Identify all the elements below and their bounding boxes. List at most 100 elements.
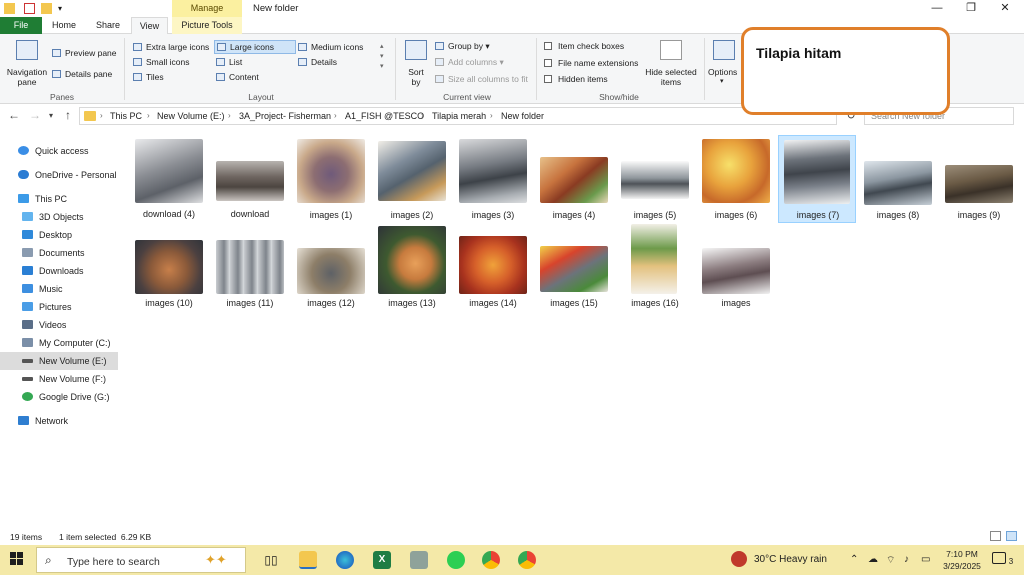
tab-picture-tools[interactable]: Picture Tools [172,17,242,34]
file-tile[interactable]: images (9) [940,135,1018,223]
chrome-icon[interactable] [518,551,536,569]
details-view-icon[interactable] [990,531,1001,541]
checkbox[interactable] [544,42,552,50]
details-pane-button[interactable]: Details pane [52,69,112,79]
item-check-boxes-toggle[interactable]: Item check boxes [544,41,624,51]
file-tile[interactable]: images (12) [292,224,370,312]
up-arrow-icon[interactable]: ↑ [60,108,76,122]
sidebar-item-music[interactable]: Music [0,280,118,298]
preview-pane-button[interactable]: Preview pane [52,48,117,58]
layout-medium-icons[interactable]: Medium icons [298,42,363,52]
windows-start-icon[interactable] [10,552,24,566]
chrome-icon[interactable] [482,551,500,569]
layout-details[interactable]: Details [298,57,337,67]
excel-icon[interactable]: X [373,551,391,569]
sidebar-item-network[interactable]: Network [0,412,118,430]
properties-icon[interactable] [24,3,35,14]
add-columns-button[interactable]: Add columns ▾ [435,57,504,68]
sidebar-item-pictures[interactable]: Pictures [0,298,118,316]
file-tile[interactable]: images (10) [130,224,208,312]
sidebar-item-new-volume-f[interactable]: New Volume (F:) [0,370,118,388]
speaker-icon[interactable]: ♪ [904,554,909,565]
task-view-icon[interactable]: ▯▯ [262,551,280,569]
file-tile[interactable]: images (15) [535,224,613,312]
size-all-columns-button[interactable]: Size all columns to fit [435,74,528,84]
file-tile[interactable]: images (2) [373,135,451,223]
layout-content[interactable]: Content [216,72,259,82]
notification-center-icon[interactable]: 3 [992,552,1013,567]
file-tile[interactable]: images (1) [292,135,370,223]
checkbox[interactable] [544,59,552,67]
maximize-button[interactable]: ❐ [954,0,988,17]
breadcrumb-project[interactable]: 3A_Project- Fisherman [239,111,331,121]
chevron-up-icon[interactable]: ⌃ [850,554,858,565]
file-tile[interactable]: images (11) [211,224,289,312]
tab-share[interactable]: Share [86,17,130,34]
onedrive-tray-icon[interactable]: ☁ [868,554,878,565]
breadcrumb-new-volume[interactable]: New Volume (E:) [157,111,225,121]
large-icons-view-icon[interactable] [1006,531,1017,541]
file-tile[interactable]: images (4) [535,135,613,223]
sidebar-item-new-volume-e[interactable]: New Volume (E:) [0,352,118,370]
chevron-right-icon[interactable]: › [100,111,103,120]
chevron-right-icon[interactable]: › [147,111,150,120]
file-tile[interactable]: images (16) [616,224,694,312]
chevron-right-icon[interactable]: › [228,111,231,120]
file-tile[interactable]: download [211,135,289,223]
breadcrumb-tilapia-merah[interactable]: Tilapia merah [432,111,486,121]
recent-locations-icon[interactable]: ▾ [43,111,59,120]
tab-file[interactable]: File [0,17,42,34]
sidebar-item-onedrive[interactable]: OneDrive - Personal [0,166,118,184]
forward-arrow-icon[interactable]: → [27,108,43,122]
sidebar-item-google-drive-g[interactable]: Google Drive (G:) [0,388,118,406]
layout-tiles[interactable]: Tiles [133,72,164,82]
file-tile[interactable]: images (6) [697,135,775,223]
hidden-items-toggle[interactable]: Hidden items [544,74,608,84]
sidebar-item-3d-objects[interactable]: 3D Objects [0,208,118,226]
address-bar[interactable]: › This PC › New Volume (E:) › 3A_Project… [79,107,837,125]
navigation-pane-button[interactable]: Navigation pane [6,67,48,87]
tab-view[interactable]: View [131,17,168,35]
sidebar-item-desktop[interactable]: Desktop [0,226,118,244]
hide-selected-items-button[interactable]: Hide selected items [643,67,699,87]
file-tile[interactable]: images (8) [859,135,937,223]
close-button[interactable]: ✕ [988,0,1022,17]
chevron-right-icon[interactable]: › [421,111,424,120]
minimize-button[interactable]: — [920,0,954,17]
layout-extra-large-icons[interactable]: Extra large icons [133,42,209,52]
sidebar-item-this-pc[interactable]: This PC [0,190,118,208]
file-tile[interactable]: images (5) [616,135,694,223]
new-folder-icon[interactable] [41,3,52,14]
sidebar-item-documents[interactable]: Documents [0,244,118,262]
snipping-tool-icon[interactable] [410,551,428,569]
wifi-icon[interactable]: ⌔ [886,554,895,567]
layout-small-icons[interactable]: Small icons [133,57,189,67]
group-by-button[interactable]: Group by ▾ [435,41,490,52]
system-clock[interactable]: 7:10 PM 3/29/2025 [940,548,984,572]
checkbox[interactable] [544,75,552,83]
whatsapp-icon[interactable] [447,551,465,569]
file-tile[interactable]: images (14) [454,224,532,312]
manage-contextual-tab[interactable]: Manage [172,0,242,17]
sort-by-button[interactable]: Sort by [404,67,428,87]
sidebar-item-my-computer-c[interactable]: My Computer (C:) [0,334,118,352]
chevron-right-icon[interactable]: › [334,111,337,120]
file-tile[interactable]: images [697,224,775,312]
taskbar-search-input[interactable]: ⌕ Type here to search ✦✦ [36,547,246,573]
weather-text[interactable]: 30°C Heavy rain [754,554,827,565]
layout-large-icons[interactable]: Large icons [214,40,296,54]
options-button[interactable]: Options [708,67,737,77]
battery-icon[interactable]: ▭ [921,554,930,565]
options-dropdown-icon[interactable]: ▾ [720,77,724,85]
chevron-right-icon[interactable]: › [490,111,493,120]
sidebar-item-quick-access[interactable]: Quick access [0,142,118,160]
layout-list[interactable]: List [216,57,242,67]
quick-access-dropdown-icon[interactable]: ▾ [58,3,69,14]
file-tile[interactable]: images (13) [373,224,451,312]
weather-icon[interactable] [731,551,747,567]
file-tile[interactable]: images (3) [454,135,532,223]
back-arrow-icon[interactable]: ← [6,108,22,122]
file-name-extensions-toggle[interactable]: File name extensions [544,58,638,68]
sidebar-item-videos[interactable]: Videos [0,316,118,334]
breadcrumb-new-folder[interactable]: New folder [501,111,544,121]
